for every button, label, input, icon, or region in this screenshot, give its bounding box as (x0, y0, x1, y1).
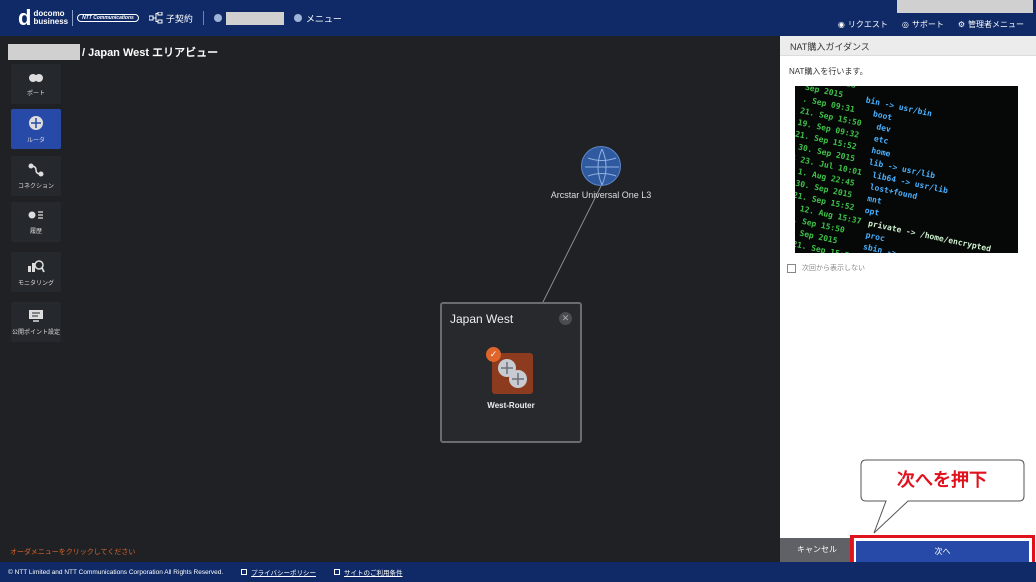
svg-text:etc: etc (873, 134, 889, 146)
svg-text:mnt: mnt (867, 194, 883, 206)
cancel-button[interactable]: キャンセル (780, 538, 854, 562)
terms-link[interactable]: サイトのご利用条件 (334, 567, 403, 577)
region-japan-west[interactable]: Japan West ✕ ✓ West-Router (440, 302, 582, 443)
arcstar-network-node[interactable] (581, 146, 621, 186)
check-icon: ✓ (486, 347, 501, 362)
svg-text:home: home (871, 146, 892, 159)
globe-icon (585, 148, 619, 186)
terminal-illustration-image: Sep 15:53 Sep 15:53 Sep 2015 bin -> usr/… (795, 86, 1018, 253)
privacy-policy-link[interactable]: プライバシーポリシー (241, 567, 316, 577)
copyright-text: © NTT Limited and NTT Communications Cor… (8, 568, 224, 576)
router-label: West-Router (487, 401, 535, 410)
panel-description: NAT購入を行います。 (789, 67, 868, 76)
checkbox-box[interactable] (787, 263, 796, 273)
panel-title: NAT購入ガイダンス (780, 36, 1036, 56)
svg-text:dev: dev (876, 122, 892, 134)
external-link-icon (241, 569, 248, 575)
app-footer: © NTT Limited and NTT Communications Cor… (0, 562, 1036, 582)
svg-text:sbin -> usr/bin: sbin -> usr/bin (862, 241, 935, 253)
network-label: Arcstar Universal One L3 (550, 190, 652, 200)
close-icon[interactable]: ✕ (559, 312, 572, 325)
region-title: Japan West (450, 312, 514, 326)
dont-show-again-checkbox[interactable]: 次回から表示しない (787, 263, 865, 273)
external-link-icon (334, 569, 341, 575)
svg-text:proc: proc (865, 230, 886, 243)
svg-text:boot: boot (872, 109, 893, 122)
svg-text:opt: opt (864, 206, 880, 218)
callout-text: 次へを押下 (897, 470, 987, 490)
next-button[interactable]: 次へ (856, 541, 1029, 563)
